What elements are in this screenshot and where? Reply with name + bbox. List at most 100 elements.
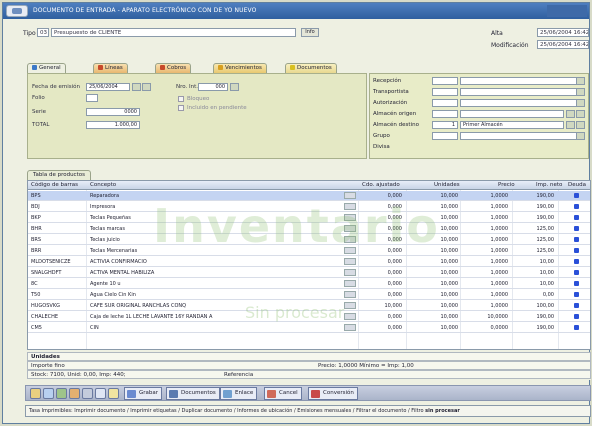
row-lookup-icon[interactable] <box>344 258 356 265</box>
almacen-origen-value-field[interactable] <box>460 110 564 118</box>
cell-unidades[interactable]: 10,000 <box>410 314 459 320</box>
pendiente-checkbox[interactable] <box>178 105 184 111</box>
deuda-marker-icon[interactable] <box>574 314 579 319</box>
cell-precio[interactable]: 1,0000 <box>464 248 509 254</box>
cell-concepto[interactable]: Teclas marcas <box>90 226 320 232</box>
grupo-code-field[interactable] <box>432 132 458 140</box>
cell-imp-neto[interactable]: 10,00 <box>516 259 554 265</box>
cell-codigo[interactable]: 8C <box>31 281 85 287</box>
almacen-destino-code-field[interactable]: 1 <box>432 121 458 129</box>
clipboard-icon[interactable] <box>95 388 106 399</box>
tab-lineas[interactable]: Líneas <box>93 63 128 73</box>
cell-unidades[interactable]: 10,000 <box>410 292 459 298</box>
deuda-marker-icon[interactable] <box>574 259 579 264</box>
grupo-value-field[interactable] <box>460 132 584 140</box>
row-lookup-icon[interactable] <box>344 280 356 287</box>
cell-cdo-ajustado[interactable]: 0,000 <box>362 270 402 276</box>
cell-codigo[interactable]: T50 <box>31 292 85 298</box>
clear-date-icon[interactable] <box>142 83 151 91</box>
cell-imp-neto[interactable]: 190,00 <box>516 215 555 221</box>
row-lookup-icon[interactable] <box>344 291 356 298</box>
cell-codigo[interactable]: CM5 <box>31 325 85 331</box>
cell-concepto[interactable]: Reparadora <box>90 193 320 199</box>
autorizacion-lookup-icon[interactable] <box>576 99 585 107</box>
cell-imp-neto[interactable]: 190,00 <box>516 314 555 320</box>
cell-codigo[interactable]: BPS <box>31 193 85 199</box>
cell-concepto[interactable]: CIN <box>90 325 320 331</box>
cell-imp-neto[interactable]: 125,00 <box>516 248 555 254</box>
almacen-origen-clear-icon[interactable] <box>576 110 585 118</box>
cell-cdo-ajustado[interactable]: 0,000 <box>362 226 402 232</box>
table-row[interactable]: HUGOSVKG CAFE SUR ORIGINAL RANCHLAS CONQ 1… <box>28 301 590 311</box>
transportista-value-field[interactable] <box>460 88 584 96</box>
table-row[interactable]: BHR Teclas marcas 0,000 10,000 1,0000 125,00 <box>28 224 590 234</box>
transportista-code-field[interactable] <box>432 88 458 96</box>
deuda-marker-icon[interactable] <box>574 215 579 220</box>
cell-unidades[interactable]: 10,000 <box>410 248 459 254</box>
tab-documentos[interactable]: Documentos <box>285 63 337 73</box>
total-field[interactable]: 1.000,00 <box>86 121 140 129</box>
cancel-button[interactable]: Cancel <box>264 387 302 400</box>
tipo-code-field[interactable]: 03 <box>37 28 49 37</box>
almacen-origen-code-field[interactable] <box>432 110 458 118</box>
cell-precio[interactable]: 1,0000 <box>464 226 509 232</box>
deuda-marker-icon[interactable] <box>574 204 579 209</box>
cell-precio[interactable]: 1,0000 <box>464 292 509 298</box>
cell-codigo[interactable]: BHR <box>31 226 85 232</box>
table-row[interactable]: BRS Teclas juicio 0,000 10,000 1,0000 125,00 <box>28 235 590 245</box>
cell-precio[interactable]: 0,0000 <box>464 325 509 331</box>
print-icon[interactable] <box>82 388 93 399</box>
table-row[interactable]: 8C Agente 10 u 0,000 10,000 1,0000 10,00 <box>28 279 590 289</box>
cell-codigo[interactable]: CHALECHE <box>31 314 85 320</box>
cell-unidades[interactable]: 10,000 <box>410 204 459 210</box>
cell-codigo[interactable]: BRS <box>31 237 85 243</box>
tab-vencimientos[interactable]: Vencimientos <box>213 63 267 73</box>
cell-cdo-ajustado[interactable]: 0,000 <box>362 248 402 254</box>
col-cdo-ajustado[interactable]: Cdo. ajustado <box>362 182 400 188</box>
table-row[interactable]: BKP Teclas Pequeñas 0,000 10,000 1,0000 190,0… <box>28 213 590 223</box>
cell-unidades[interactable]: 10,000 <box>410 259 459 265</box>
recepcion-code-field[interactable] <box>432 77 458 85</box>
cell-precio[interactable]: 1,0000 <box>464 204 509 210</box>
table-row[interactable]: BPS Reparadora 0,000 10,000 1,0000 190,00 <box>28 191 590 201</box>
cell-cdo-ajustado[interactable]: 0,000 <box>362 281 402 287</box>
deuda-marker-icon[interactable] <box>574 270 579 275</box>
cell-unidades[interactable]: 10,000 <box>410 270 459 276</box>
serie-field[interactable]: 0000 <box>86 108 140 116</box>
cell-codigo[interactable]: BKP <box>31 215 85 221</box>
fecha-field[interactable]: 25/06/2004 <box>86 83 130 91</box>
cell-unidades[interactable]: 10,000 <box>410 215 459 221</box>
row-lookup-icon[interactable] <box>344 302 356 309</box>
cell-unidades[interactable]: 10,000 <box>410 237 459 243</box>
deuda-marker-icon[interactable] <box>574 281 579 286</box>
cell-precio[interactable]: 1,0000 <box>464 237 509 243</box>
calendar-icon[interactable] <box>132 83 141 91</box>
col-deuda[interactable]: Deuda <box>568 182 586 188</box>
table-row[interactable]: CM5 CIN 0,000 10,000 0,0000 190,00 <box>28 323 590 333</box>
deuda-marker-icon[interactable] <box>574 292 579 297</box>
cell-cdo-ajustado[interactable]: 0,000 <box>362 204 402 210</box>
cell-precio[interactable]: 10,0000 <box>464 314 508 320</box>
cell-codigo[interactable]: HUGOSVKG <box>31 303 85 309</box>
deuda-marker-icon[interactable] <box>574 237 579 242</box>
deuda-marker-icon[interactable] <box>574 303 579 308</box>
row-lookup-icon[interactable] <box>344 203 356 210</box>
cell-cdo-ajustado[interactable]: 0,000 <box>362 325 402 331</box>
row-lookup-icon[interactable] <box>344 313 356 320</box>
table-row[interactable]: BRR Teclas Mercenarias 0,000 10,000 1,0000 12… <box>28 246 590 256</box>
col-codigo[interactable]: Código de barras <box>31 182 78 188</box>
cell-cdo-ajustado[interactable]: 0,000 <box>362 292 402 298</box>
cell-unidades[interactable]: 10,000 <box>410 226 459 232</box>
tipo-value-field[interactable]: Presupuesto de CLIENTE <box>51 28 296 37</box>
deuda-marker-icon[interactable] <box>574 226 579 231</box>
recepcion-lookup-icon[interactable] <box>576 77 585 85</box>
refresh-icon[interactable] <box>56 388 67 399</box>
cell-precio[interactable]: 1,0000 <box>464 303 509 309</box>
row-lookup-icon[interactable] <box>344 247 356 254</box>
grupo-lookup-icon[interactable] <box>576 132 585 140</box>
folio-field[interactable] <box>86 94 98 102</box>
cell-imp-neto[interactable]: 10,00 <box>516 281 554 287</box>
row-lookup-icon[interactable] <box>344 214 356 221</box>
table-row[interactable]: MLDOTSENICZE ACTIVIA CONFIRMACIÓ 0,000 10,0… <box>28 257 590 267</box>
cell-imp-neto[interactable]: 10,00 <box>516 270 554 276</box>
